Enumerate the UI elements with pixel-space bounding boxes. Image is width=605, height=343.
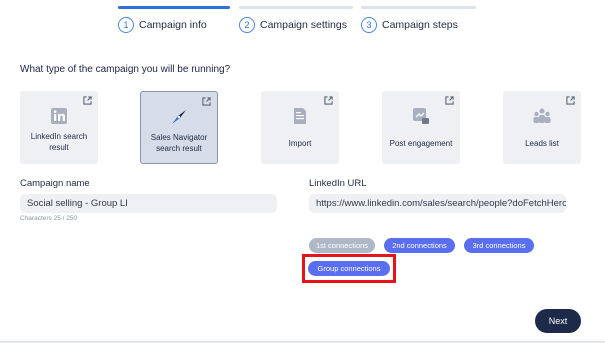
campaign-type-label: Sales Navigator search result — [150, 133, 208, 153]
people-group-icon — [533, 108, 551, 123]
step-progress-bar — [361, 6, 476, 9]
step-label: Campaign steps — [382, 19, 458, 31]
external-link-icon[interactable] — [566, 96, 575, 105]
compass-icon — [172, 110, 186, 124]
annotation-highlight-box — [302, 254, 396, 283]
character-counter: Characters 25 / 250 — [20, 215, 78, 222]
document-icon — [294, 108, 306, 124]
campaign-type-question: What type of the campaign you will be ru… — [20, 64, 231, 75]
campaign-type-import[interactable]: Import — [261, 91, 339, 164]
campaign-type-label: LinkedIn search result — [30, 132, 88, 152]
step-progress-bar — [239, 6, 353, 9]
linkedin-icon — [51, 108, 67, 124]
campaign-type-options: LinkedIn search result Sales Navigator s… — [20, 91, 605, 166]
step-progress-fill — [118, 6, 230, 9]
step-progress-bar — [118, 6, 230, 9]
step-number: 2 — [239, 17, 255, 33]
external-link-icon[interactable] — [324, 96, 333, 105]
linkedin-url-label: LinkedIn URL — [309, 178, 367, 189]
campaign-type-label: Leads list — [525, 139, 559, 148]
post-engagement-icon — [413, 108, 429, 124]
step-number: 3 — [361, 17, 377, 33]
campaign-name-label: Campaign name — [20, 178, 90, 189]
chip-2nd-connections[interactable]: 2nd connections — [384, 238, 455, 253]
next-button[interactable]: Next — [535, 309, 581, 333]
campaign-type-linkedin-search[interactable]: LinkedIn search result — [20, 91, 98, 164]
campaign-type-label: Import — [288, 139, 312, 148]
step-label: Campaign settings — [260, 19, 347, 31]
campaign-type-sales-navigator[interactable]: Sales Navigator search result — [140, 91, 218, 164]
external-link-icon[interactable] — [83, 96, 92, 105]
campaign-name-input[interactable]: Social selling - Group LI — [20, 194, 277, 213]
campaign-type-post-engagement[interactable]: Post engagement — [382, 91, 460, 164]
campaign-type-leads-list[interactable]: Leads list — [503, 91, 581, 164]
campaign-type-label: Post engagement — [389, 139, 453, 148]
step-number: 1 — [118, 17, 134, 33]
step-label: Campaign info — [139, 19, 207, 31]
chip-1st-connections[interactable]: 1st connections — [309, 238, 375, 253]
external-link-icon[interactable] — [202, 97, 211, 106]
campaign-stepper: 1 Campaign info 2 Campaign settings 3 Ca… — [0, 0, 605, 40]
linkedin-url-input[interactable]: https://www.linkedin.com/sales/search/pe… — [309, 194, 566, 213]
external-link-icon[interactable] — [445, 96, 454, 105]
chip-3rd-connections[interactable]: 3rd connections — [464, 238, 534, 253]
